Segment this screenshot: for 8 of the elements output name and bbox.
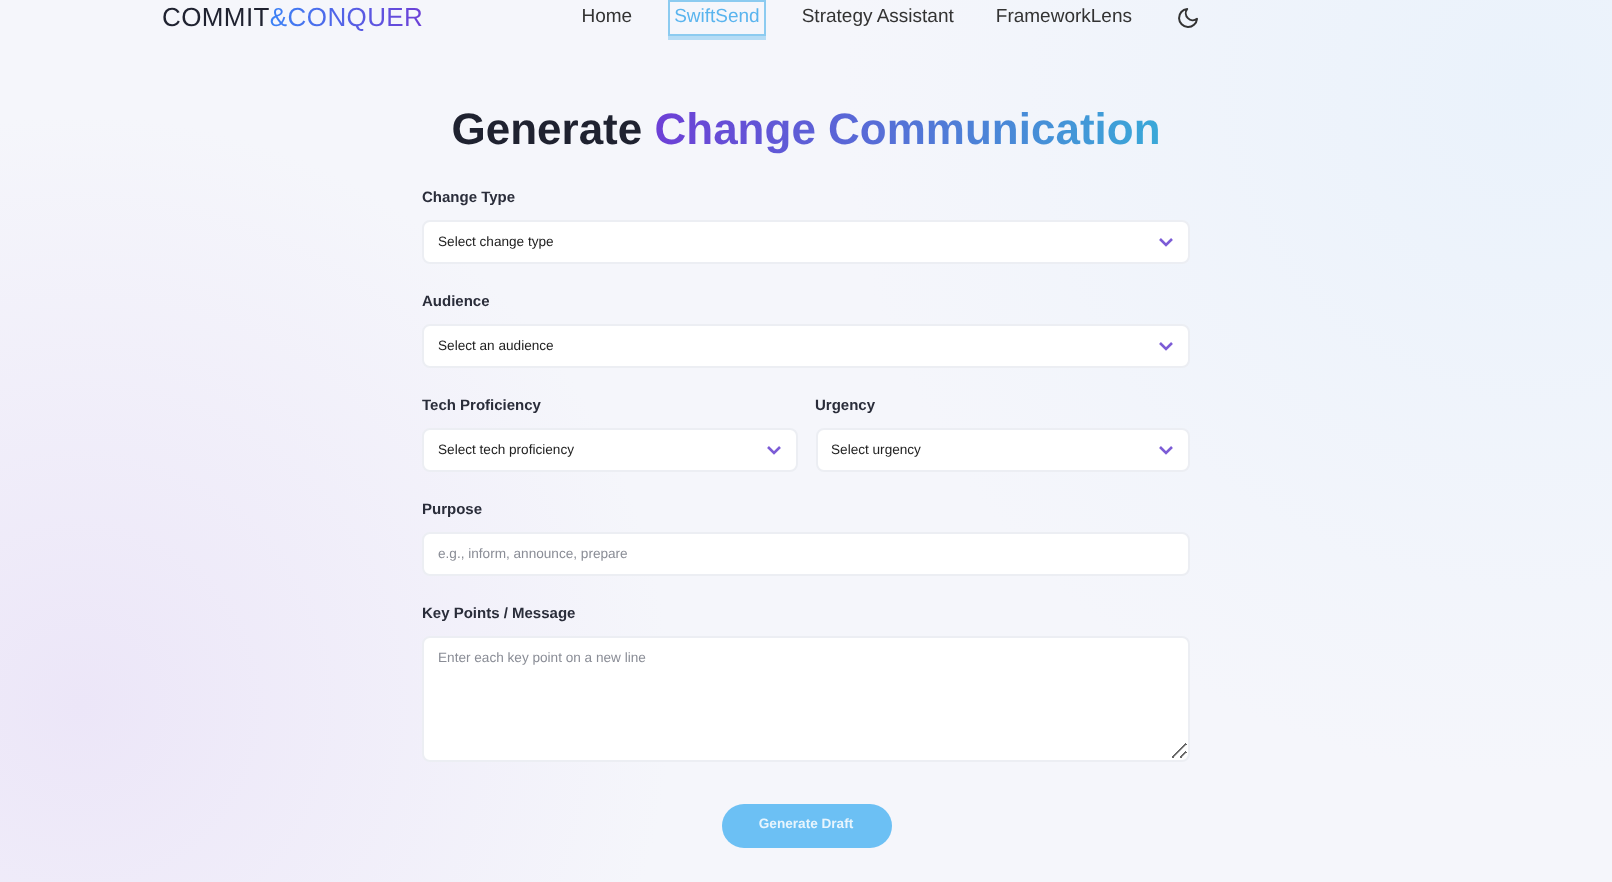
moon-icon[interactable] — [1176, 6, 1200, 30]
chevron-down-icon — [1158, 236, 1174, 248]
nav-link[interactable]: Strategy Assistant — [795, 0, 960, 36]
chevron-down-icon — [765, 444, 781, 456]
nav-link[interactable]: FrameworkLens — [989, 0, 1138, 36]
nav-link[interactable]: Home — [575, 0, 639, 36]
chevron-down-icon — [1158, 340, 1174, 352]
chevron-down-icon — [1158, 444, 1174, 456]
